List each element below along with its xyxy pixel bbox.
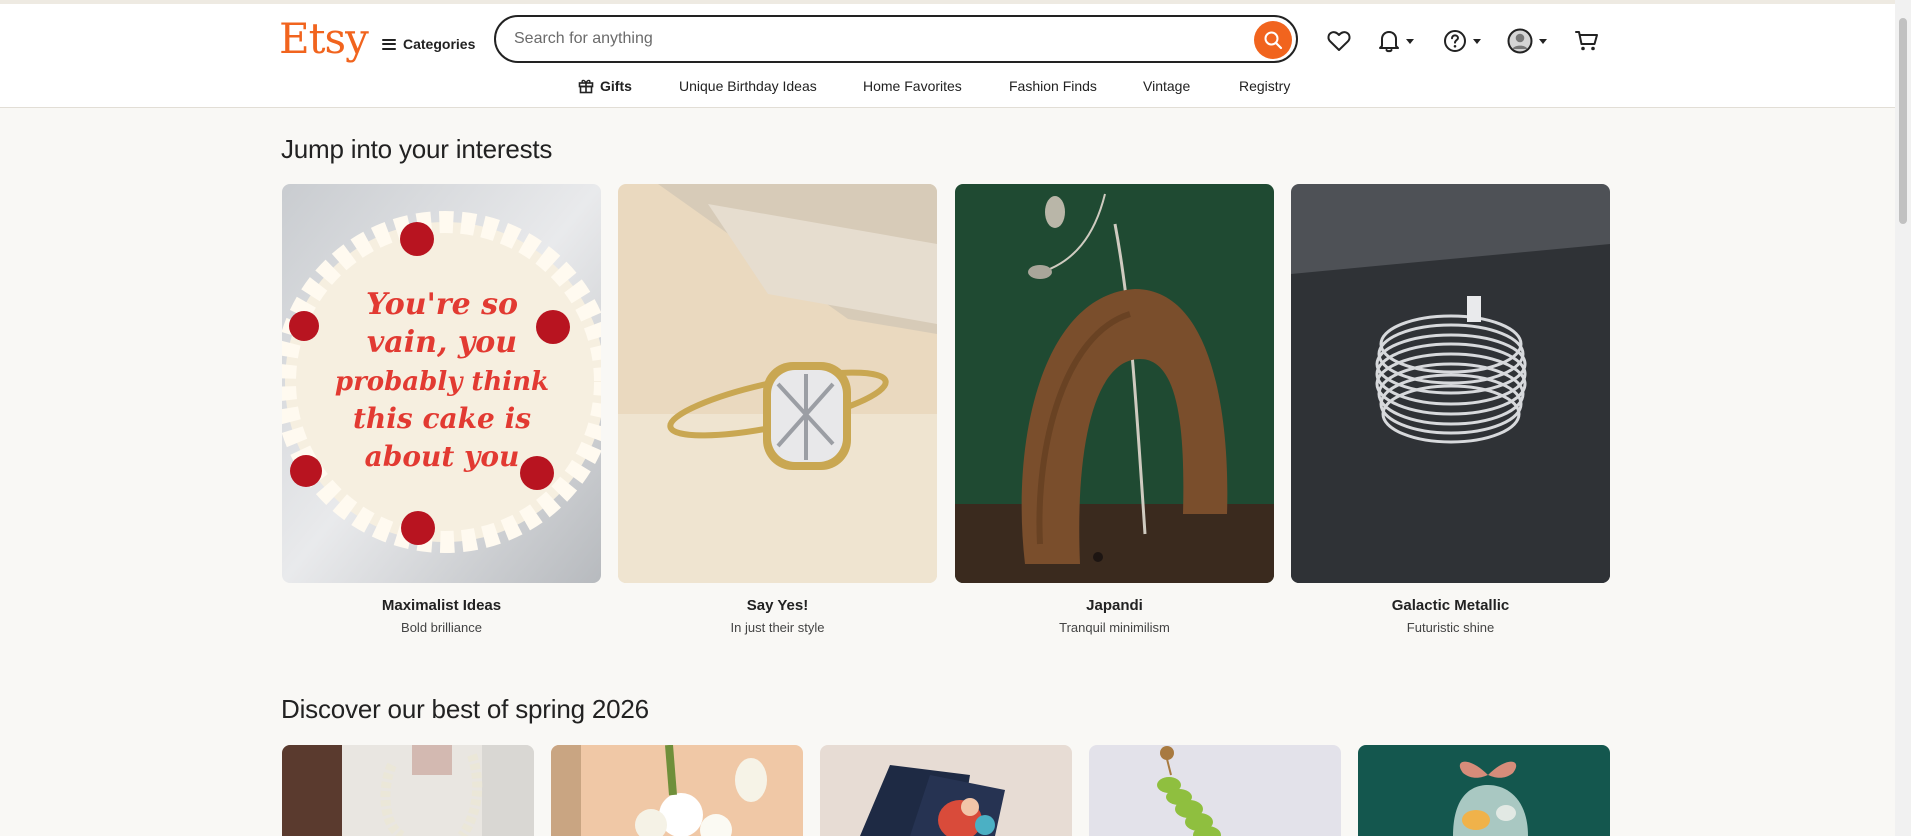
card-title: Japandi [1086, 597, 1143, 614]
card-subtitle: Futuristic shine [1406, 620, 1495, 635]
card-image [955, 184, 1274, 583]
nav-item-label: Vintage [1143, 78, 1191, 94]
bell-icon [1379, 31, 1399, 53]
cake-text-line: You're so [366, 287, 518, 322]
card-subtitle: Tranquil minimilism [1059, 620, 1170, 635]
cake-text-line: vain, you [367, 325, 517, 360]
help-icon [1444, 30, 1466, 52]
card-title: Galactic Metallic [1391, 597, 1510, 614]
search-button[interactable] [1254, 21, 1292, 59]
nav-item-vintage[interactable]: Vintage [1143, 78, 1190, 94]
nav-item-label: Gifts [600, 78, 632, 94]
card-title: Maximalist Ideas [381, 597, 502, 614]
favorites-button[interactable] [1327, 28, 1351, 54]
heart-icon [1327, 31, 1351, 51]
cake-text-line: about you [365, 440, 520, 473]
pearl-bag-image [282, 745, 534, 836]
nav-item-label: Registry [1239, 78, 1291, 94]
chevron-down-icon [1539, 38, 1547, 44]
search-icon [1264, 31, 1283, 50]
card-image [1291, 184, 1610, 583]
categories-button[interactable]: Categories [382, 30, 475, 58]
card-image [618, 184, 937, 583]
spring-tile-4[interactable] [1089, 745, 1341, 836]
cake-text-line: probably think [335, 367, 549, 397]
notifications-button[interactable] [1378, 28, 1414, 54]
account-button[interactable] [1507, 28, 1547, 54]
chevron-down-icon [1473, 38, 1481, 44]
gift-icon [578, 79, 594, 94]
search-bar [494, 15, 1298, 63]
spring-tile-1[interactable] [282, 745, 534, 836]
interest-card-galactic-metallic[interactable]: Galactic Metallic Futuristic shine [1291, 184, 1610, 635]
spring-tile-3[interactable] [820, 745, 1072, 836]
vase-image [955, 184, 1274, 583]
help-button[interactable] [1443, 28, 1481, 54]
nav-item-fashion-finds[interactable]: Fashion Finds [1009, 78, 1097, 94]
cart-button[interactable] [1574, 28, 1600, 54]
category-nav: Gifts Unique Birthday Ideas Home Favorit… [0, 74, 1895, 104]
rings-image [1291, 184, 1610, 583]
nav-item-home-favorites[interactable]: Home Favorites [863, 78, 962, 94]
scrollbar-thumb[interactable] [1899, 18, 1907, 224]
notebook-image [820, 745, 1072, 836]
page-scrollbar[interactable] [1895, 0, 1911, 836]
spring-tile-5[interactable] [1358, 745, 1610, 836]
interests-heading: Jump into your interests [281, 134, 553, 164]
search-input[interactable] [514, 27, 1214, 51]
ornament-image [1358, 745, 1610, 836]
cake-image: You're so vain, you probably think this … [282, 184, 601, 583]
card-subtitle: In just their style [730, 620, 825, 635]
interest-card-maximalist[interactable]: You're so vain, you probably think this … [282, 184, 601, 635]
spring-tile-2[interactable] [551, 745, 803, 836]
nav-item-unique-birthday-ideas[interactable]: Unique Birthday Ideas [679, 78, 817, 94]
avatar-icon [1507, 28, 1533, 54]
chevron-down-icon [1406, 38, 1414, 44]
interest-card-say-yes[interactable]: Say Yes! In just their style [618, 184, 937, 635]
earrings-image [1089, 745, 1341, 836]
spring-heading: Discover our best of spring 2026 [281, 694, 649, 724]
card-image: You're so vain, you probably think this … [282, 184, 601, 583]
card-title: Say Yes! [746, 597, 809, 614]
cake-text-line: this cake is [353, 402, 531, 435]
nav-item-label: Home Favorites [863, 78, 962, 94]
interest-card-japandi[interactable]: Japandi Tranquil minimilism [955, 184, 1274, 635]
nav-item-registry[interactable]: Registry [1239, 78, 1290, 94]
flowers-image [551, 745, 803, 836]
nav-item-label: Fashion Finds [1009, 78, 1097, 94]
card-subtitle: Bold brilliance [401, 620, 482, 635]
menu-icon [382, 38, 396, 50]
cart-icon [1575, 31, 1598, 51]
ring-image [618, 184, 937, 583]
nav-item-label: Unique Birthday Ideas [679, 78, 817, 94]
etsy-logo[interactable]: Etsy [279, 14, 369, 63]
nav-item-gifts[interactable]: Gifts [578, 78, 632, 94]
categories-label: Categories [403, 36, 476, 52]
site-header: Etsy Categories Search for anything Gift… [0, 4, 1895, 108]
